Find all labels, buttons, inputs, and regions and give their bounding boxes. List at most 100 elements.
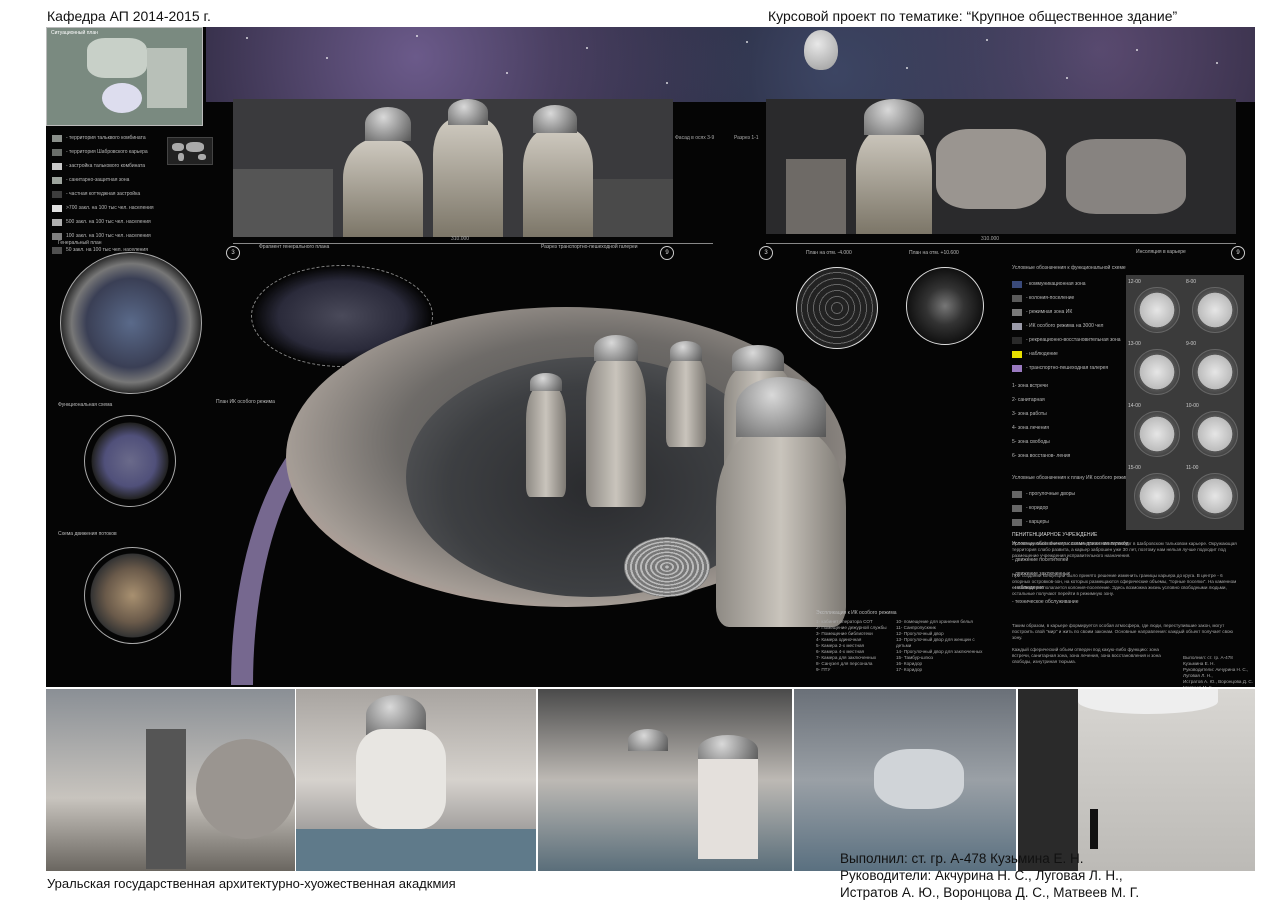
insolation-diagram bbox=[1134, 349, 1180, 395]
zone-item: 1- зона встречи bbox=[1012, 379, 1132, 393]
legend-label: 2- санитарная bbox=[1012, 397, 1045, 403]
legend-swatch bbox=[52, 162, 62, 170]
ik-plan-label: План ИК особого режима bbox=[216, 399, 275, 405]
legend-swatch bbox=[52, 176, 62, 184]
legend-label: 6- зона восстанов- ления bbox=[1012, 453, 1071, 459]
zone-item: 5- зона свободы bbox=[1012, 435, 1132, 449]
dome bbox=[594, 335, 638, 361]
university-name: Уральская государственная архитектурно-х… bbox=[47, 876, 456, 891]
insolation-diagram bbox=[1192, 287, 1238, 333]
night-sky bbox=[206, 27, 1255, 102]
situation-plan-label: Ситуационный план bbox=[51, 30, 98, 36]
legend-label: 1- зона встречи bbox=[1012, 383, 1048, 389]
axis-marker-3b: 3 bbox=[759, 246, 773, 260]
functional-legend-item: - коммуникационная зона bbox=[1012, 277, 1132, 291]
zone-item: 4- зона лечения bbox=[1012, 421, 1132, 435]
dome bbox=[530, 373, 562, 391]
legend-swatch bbox=[52, 218, 62, 226]
render-2 bbox=[296, 689, 536, 871]
legend-swatch bbox=[52, 246, 62, 254]
legend-label: - колония-поселение bbox=[1026, 295, 1075, 301]
insolation-diagram bbox=[1192, 411, 1238, 457]
functional-legend-item: - наблюдение bbox=[1012, 347, 1132, 361]
functional-legend-item: - режимная зона ИК bbox=[1012, 305, 1132, 319]
insolation-time: 14-00 bbox=[1128, 403, 1141, 409]
tower bbox=[716, 427, 846, 627]
insolation-time: 9-00 bbox=[1186, 341, 1197, 347]
functional-legend-item: - рекреационно-восстановительная зона bbox=[1012, 333, 1132, 347]
legend-swatch bbox=[1012, 308, 1022, 316]
tower bbox=[526, 387, 566, 497]
insolation-diagram bbox=[1134, 411, 1180, 457]
credit-supervisors: Руководители: Акчурина Н. С., Луговая Л.… bbox=[840, 868, 1123, 883]
legend-label: 100 закл. на 100 тыс чел. населения bbox=[66, 233, 151, 239]
axis-marker-9b: 9 bbox=[1231, 246, 1245, 260]
legend-swatch bbox=[52, 204, 62, 212]
legend-label: - территория тальквого комбината bbox=[66, 135, 146, 141]
legend-label: - санитарно-защитная зона bbox=[66, 177, 130, 183]
render-5 bbox=[1018, 689, 1255, 871]
flow-scheme bbox=[84, 547, 181, 644]
explication-title: Экспликация к ИК особого режима bbox=[816, 610, 897, 616]
legend-label: - рекреационно-восстановительная зона bbox=[1026, 337, 1121, 343]
legend-swatch bbox=[52, 134, 62, 142]
site-legend-item: >700 закл. на 100 тыс чел. населения bbox=[52, 201, 202, 215]
plan-plus bbox=[906, 267, 984, 345]
dimension-left: 310.000 bbox=[451, 236, 470, 242]
section-drawing bbox=[766, 99, 1236, 234]
render-4 bbox=[794, 689, 1016, 871]
functional-legend-title: Условные обозначения к функциональной сх… bbox=[1012, 265, 1126, 271]
credit-author: Выполнил: ст. гр. А-478 Кузьмина Е. Н. bbox=[840, 851, 1084, 866]
plan-legend-item: - коридор bbox=[1012, 501, 1132, 515]
explication-item: 13- Прогулочный двор для женщин с детьми bbox=[896, 637, 975, 648]
legend-swatch bbox=[1012, 336, 1022, 344]
plan-legend-title: Условные обозначения к плану ИК особого … bbox=[1012, 475, 1132, 481]
zone-item: 2- санитарная bbox=[1012, 393, 1132, 407]
small-credit-line: Матвеев М. Г. bbox=[1183, 685, 1253, 687]
legend-label: - транспортно-пешеходная галерея bbox=[1026, 365, 1109, 371]
plan-legend-item: - карцеры bbox=[1012, 515, 1132, 529]
legend-swatch bbox=[1012, 518, 1022, 526]
render-1 bbox=[46, 689, 295, 871]
header-department: Кафедра АП 2014-2015 г. bbox=[47, 8, 211, 24]
explication-item: 17- Коридор bbox=[896, 667, 923, 672]
legend-label: - наблюдение bbox=[1026, 351, 1058, 357]
insolation-diagram bbox=[1134, 473, 1180, 519]
legend-swatch bbox=[1012, 490, 1022, 498]
plan-minus-label: План на отм. -4.000 bbox=[806, 250, 852, 256]
flow-legend-item: - техническое обслуживание bbox=[1012, 595, 1132, 609]
description-p4: Каждый сферический объем отведен под как… bbox=[1012, 647, 1161, 664]
dimension-right: 310.000 bbox=[981, 236, 1000, 242]
legend-label: - техническое обслуживание bbox=[1012, 599, 1079, 605]
functional-legend-item: - колония-поселение bbox=[1012, 291, 1132, 305]
legend-label: 4- зона лечения bbox=[1012, 425, 1049, 431]
legend-swatch bbox=[52, 190, 62, 198]
axis-marker-3: 3 bbox=[226, 246, 240, 260]
general-plan bbox=[60, 252, 202, 394]
legend-label: 3- зона работы bbox=[1012, 411, 1047, 417]
legend-label: - застройка талькового комбината bbox=[66, 163, 146, 169]
general-plan-label: Генеральный план bbox=[58, 240, 102, 246]
zone-item: 3- зона работы bbox=[1012, 407, 1132, 421]
section-label: Разрез 1-1 bbox=[734, 135, 759, 141]
fragment-label: Фрагмент генерального плана bbox=[259, 244, 330, 250]
axis-marker-9: 9 bbox=[660, 246, 674, 260]
site-legend-item: - частная коттеджная застройка bbox=[52, 187, 202, 201]
tower bbox=[666, 357, 706, 447]
legend-swatch bbox=[1012, 504, 1022, 512]
legend-label: - территория Шабровского карьера bbox=[66, 149, 148, 155]
site-legend-item: - застройка талькового комбината bbox=[52, 159, 202, 173]
functional-legend-item: - ИК особого режима на 3000 чел bbox=[1012, 319, 1132, 333]
insolation-time: 10-00 bbox=[1186, 403, 1199, 409]
explication-item: 9- ПТУ bbox=[816, 667, 831, 672]
plan-legend-item: - прогулочные дворы bbox=[1012, 487, 1132, 501]
legend-label: 5- зона свободы bbox=[1012, 439, 1050, 445]
legend-label: - карцеры bbox=[1026, 519, 1049, 525]
plan-plus-label: План на отм. +10.600 bbox=[909, 250, 959, 256]
legend-label: 500 закл. на 100 тыс чел. населения bbox=[66, 219, 151, 225]
legend-swatch bbox=[1012, 294, 1022, 302]
zone-item: 6- зона восстанов- ления bbox=[1012, 449, 1132, 463]
site-legend: - территория тальквого комбината - террит… bbox=[52, 131, 202, 257]
site-legend-item: - санитарно-защитная зона bbox=[52, 173, 202, 187]
legend-swatch bbox=[52, 232, 62, 240]
